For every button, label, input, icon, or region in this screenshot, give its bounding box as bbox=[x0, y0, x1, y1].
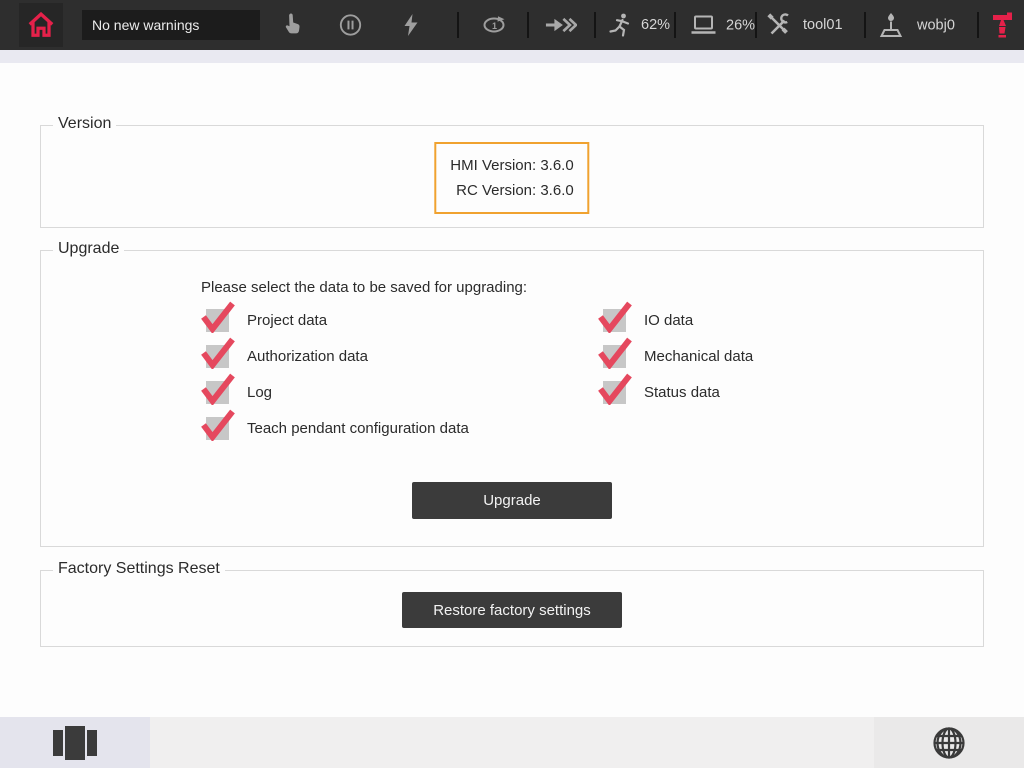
checkbox-box[interactable] bbox=[206, 417, 229, 440]
factory-reset-legend: Factory Settings Reset bbox=[53, 560, 225, 578]
checkbox-box[interactable] bbox=[603, 345, 626, 368]
topbar-divider bbox=[594, 12, 596, 38]
menu-panel-button[interactable] bbox=[0, 717, 150, 768]
warning-status-text: No new warnings bbox=[92, 17, 199, 33]
rc-version-text: RC Version: 3.6.0 bbox=[450, 178, 573, 203]
pause-icon bbox=[338, 13, 363, 38]
upgrade-button[interactable]: Upgrade bbox=[412, 482, 612, 519]
pause-state-button[interactable] bbox=[338, 13, 363, 38]
hmi-version-text: HMI Version: 3.6.0 bbox=[450, 153, 573, 178]
power-state-button[interactable] bbox=[400, 13, 422, 37]
factory-reset-section: Factory Settings Reset Restore factory s… bbox=[40, 570, 984, 647]
run-mode-button[interactable]: 1 bbox=[479, 13, 509, 37]
checkbox-status-data[interactable]: Status data bbox=[603, 381, 720, 404]
speed-indicator[interactable]: 62% bbox=[608, 12, 670, 38]
topbar-divider bbox=[755, 12, 757, 38]
checkbox-label: Authorization data bbox=[247, 348, 368, 365]
topbar-shadow-strip bbox=[0, 50, 1024, 63]
checkbox-io-data[interactable]: IO data bbox=[603, 309, 693, 332]
runner-icon bbox=[608, 12, 632, 38]
language-button[interactable] bbox=[874, 717, 1024, 768]
storage-percent-text: 26% bbox=[726, 17, 755, 33]
checkbox-box[interactable] bbox=[206, 381, 229, 404]
restore-factory-settings-button[interactable]: Restore factory settings bbox=[402, 592, 622, 628]
bottom-bar bbox=[0, 717, 1024, 768]
system-page-content: Version HMI Version: 3.6.0 RC Version: 3… bbox=[0, 63, 1024, 717]
checkbox-label: Project data bbox=[247, 312, 327, 329]
top-status-bar: No new warnings 1 bbox=[0, 0, 1024, 50]
columns-menu-icon bbox=[53, 726, 97, 760]
checkbox-mechanical-data[interactable]: Mechanical data bbox=[603, 345, 753, 368]
checkbox-box[interactable] bbox=[206, 345, 229, 368]
laptop-icon bbox=[690, 14, 717, 37]
home-button[interactable] bbox=[19, 3, 63, 47]
topbar-divider bbox=[864, 12, 866, 38]
workobject-name-text: wobj0 bbox=[917, 17, 955, 33]
upgrade-section-legend: Upgrade bbox=[53, 240, 124, 258]
brand-logo bbox=[991, 10, 1014, 40]
version-section-legend: Version bbox=[53, 115, 116, 133]
workobject-selector[interactable]: wobj0 bbox=[878, 12, 955, 39]
checkbox-project-data[interactable]: Project data bbox=[206, 309, 327, 332]
checkbox-authorization-data[interactable]: Authorization data bbox=[206, 345, 368, 368]
home-icon bbox=[26, 10, 56, 40]
joystick-icon bbox=[878, 12, 904, 39]
checkbox-box[interactable] bbox=[603, 309, 626, 332]
globe-icon bbox=[931, 725, 967, 761]
version-info-box: HMI Version: 3.6.0 RC Version: 3.6.0 bbox=[434, 142, 589, 214]
check-icon bbox=[200, 300, 236, 333]
teach-pendant-screen: No new warnings 1 bbox=[0, 0, 1024, 768]
svg-text:1: 1 bbox=[492, 21, 497, 31]
topbar-divider bbox=[977, 12, 979, 38]
storage-indicator[interactable]: 26% bbox=[690, 14, 755, 37]
tools-icon bbox=[766, 13, 790, 37]
tool-selector[interactable]: tool01 bbox=[766, 13, 843, 37]
checkbox-box[interactable] bbox=[206, 309, 229, 332]
fast-forward-icon bbox=[545, 13, 577, 37]
step-forward-button[interactable] bbox=[545, 13, 577, 37]
check-icon bbox=[200, 336, 236, 369]
topbar-divider bbox=[674, 12, 676, 38]
check-icon bbox=[597, 372, 633, 405]
check-icon bbox=[597, 300, 633, 333]
speed-percent-text: 62% bbox=[641, 17, 670, 33]
version-section: Version HMI Version: 3.6.0 RC Version: 3… bbox=[40, 125, 984, 228]
checkbox-log[interactable]: Log bbox=[206, 381, 272, 404]
checkbox-label: Teach pendant configuration data bbox=[247, 420, 469, 437]
tool-name-text: tool01 bbox=[803, 17, 843, 33]
hand-icon bbox=[280, 12, 304, 38]
lightning-icon bbox=[400, 13, 422, 37]
checkbox-label: Status data bbox=[644, 384, 720, 401]
topbar-divider bbox=[527, 12, 529, 38]
checkbox-label: IO data bbox=[644, 312, 693, 329]
topbar-divider bbox=[457, 12, 459, 38]
brand-logo-icon bbox=[991, 10, 1014, 40]
checkbox-label: Mechanical data bbox=[644, 348, 753, 365]
upgrade-prompt-text: Please select the data to be saved for u… bbox=[201, 279, 527, 296]
check-icon bbox=[597, 336, 633, 369]
warning-status-field[interactable]: No new warnings bbox=[82, 10, 260, 40]
check-icon bbox=[200, 372, 236, 405]
checkbox-label: Log bbox=[247, 384, 272, 401]
loop-once-icon: 1 bbox=[479, 13, 509, 37]
checkbox-box[interactable] bbox=[603, 381, 626, 404]
checkbox-teach-pendant-config-data[interactable]: Teach pendant configuration data bbox=[206, 417, 469, 440]
upgrade-section: Upgrade Please select the data to be sav… bbox=[40, 250, 984, 547]
check-icon bbox=[200, 408, 236, 441]
hand-guide-button[interactable] bbox=[280, 12, 304, 38]
